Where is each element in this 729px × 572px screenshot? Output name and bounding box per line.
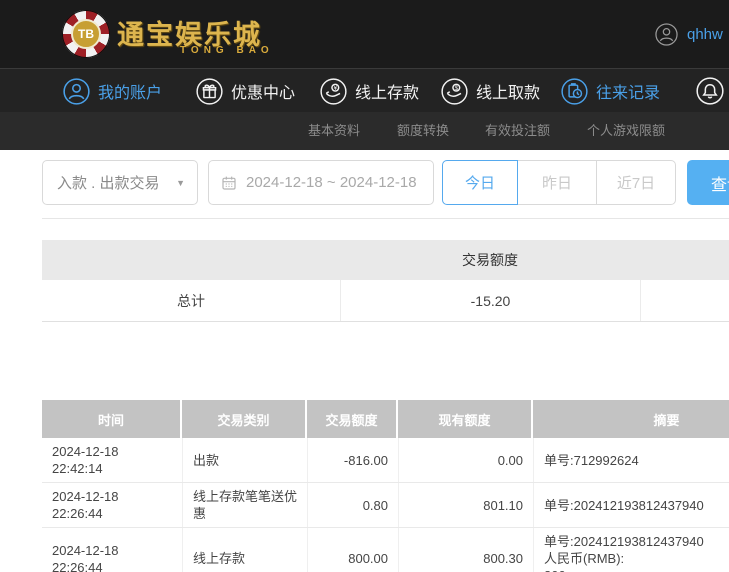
summary-amount-header: 交易额度 (462, 252, 518, 268)
main-nav: 我的账户 优惠中心 ¥ 线上存款 $ 线上取款 往来记录 (0, 68, 729, 112)
column-header-time: 时间 (42, 400, 182, 438)
gift-icon (196, 77, 223, 105)
username: qhhw (687, 26, 723, 43)
column-header-summary: 摘要 (533, 400, 729, 438)
summary-total-label: 总计 (177, 292, 205, 309)
nav-item-my-account[interactable]: 我的账户 (63, 69, 162, 113)
subnav-valid-bets[interactable]: 有效投注额 (485, 112, 550, 150)
cell-type: 线上存款 (182, 528, 307, 572)
summary-table: 交易额度 总计 -15.20 (42, 240, 729, 322)
quick-date-buttons: 今日 昨日 近7日 (442, 160, 676, 205)
date-range-picker[interactable]: 2024-12-18 ~ 2024-12-18 (208, 160, 434, 205)
nav-item-transaction-records[interactable]: 往来记录 (561, 69, 660, 113)
column-header-amount: 交易额度 (307, 400, 398, 438)
cell-amount: 800.00 (307, 528, 398, 572)
cell-summary: 单号:712992624 (533, 438, 729, 482)
summary-empty-cell (640, 280, 729, 321)
cell-type: 出款 (182, 438, 307, 482)
divider (42, 218, 729, 219)
table-row: 2024-12-18 22:42:14 出款 -816.00 0.00 单号:7… (42, 438, 729, 483)
chip-label: TB (71, 19, 101, 49)
user-icon (63, 77, 90, 105)
bell-icon (696, 77, 724, 105)
subnav-personal-game-limits[interactable]: 个人游戏限额 (587, 112, 665, 150)
withdraw-icon: $ (441, 77, 468, 105)
today-button[interactable]: 今日 (442, 160, 518, 205)
cell-balance: 801.10 (398, 483, 533, 527)
cell-time: 2024-12-18 22:26:44 (52, 542, 119, 572)
chevron-down-icon: ▼ (176, 177, 185, 188)
column-header-balance: 现有额度 (398, 400, 533, 438)
column-header-type: 交易类别 (182, 400, 307, 438)
date-range-value: 2024-12-18 ~ 2024-12-18 (246, 174, 417, 191)
site-logo-latin: TONG BAO (180, 45, 274, 56)
summary-total-row: 总计 -15.20 (42, 280, 729, 322)
cell-balance: 800.30 (398, 528, 533, 572)
summary-total-amount: -15.20 (340, 280, 640, 321)
cell-time: 2024-12-18 22:26:44 (52, 489, 119, 521)
nav-label: 往来记录 (596, 85, 661, 102)
page: TB 通宝娱乐城 TONG BAO qhhw 我的账户 优惠中心 ¥ 线上存款 … (0, 0, 729, 572)
cell-type: 线上存款笔笔送优惠 (182, 483, 307, 527)
cell-summary: 单号:202412193812437940 人民币(RMB): 800 (533, 528, 729, 572)
cell-amount: -816.00 (307, 438, 398, 482)
transactions-table-header: 时间 交易类别 交易额度 现有额度 摘要 (42, 400, 729, 438)
transaction-type-value: 入款 . 出款交易 (57, 175, 160, 192)
transaction-type-select[interactable]: 入款 . 出款交易 ▼ (42, 160, 198, 205)
nav-label: 线上取款 (476, 85, 541, 102)
user-account[interactable]: qhhw (655, 23, 723, 46)
nav-item-promotions[interactable]: 优惠中心 (196, 69, 295, 113)
account-sub-nav: 基本资料 额度转换 有效投注额 个人游戏限额 (0, 112, 729, 150)
cell-balance: 0.00 (398, 438, 533, 482)
nav-item-online-deposit[interactable]: ¥ 线上存款 (320, 69, 419, 113)
notifications-button[interactable] (696, 77, 724, 105)
nav-item-online-withdrawal[interactable]: $ 线上取款 (441, 69, 540, 113)
svg-text:$: $ (455, 84, 459, 91)
cell-amount: 0.80 (307, 483, 398, 527)
subnav-basic-info[interactable]: 基本资料 (308, 112, 360, 150)
nav-label: 线上存款 (355, 85, 420, 102)
transactions-table: 时间 交易类别 交易额度 现有额度 摘要 2024-12-18 22:42:14… (42, 400, 729, 572)
deposit-icon: ¥ (320, 77, 347, 105)
avatar-icon (655, 23, 678, 46)
casino-chip-logo-icon[interactable]: TB (62, 10, 110, 58)
table-row: 2024-12-18 22:26:44 线上存款笔笔送优惠 0.80 801.1… (42, 483, 729, 528)
yesterday-button[interactable]: 昨日 (517, 160, 597, 205)
nav-label: 优惠中心 (231, 85, 296, 102)
nav-label: 我的账户 (98, 85, 163, 102)
cell-summary: 单号:202412193812437940 (533, 483, 729, 527)
table-row: 2024-12-18 22:26:44 线上存款 800.00 800.30 单… (42, 528, 729, 572)
svg-text:¥: ¥ (334, 84, 338, 91)
records-icon (561, 77, 588, 105)
cell-time: 2024-12-18 22:42:14 (52, 444, 119, 476)
subnav-credit-transfer[interactable]: 额度转换 (397, 112, 449, 150)
search-button[interactable]: 查询 (687, 160, 729, 205)
top-header: TB 通宝娱乐城 TONG BAO qhhw (0, 0, 729, 68)
calendar-icon (221, 175, 237, 191)
last7days-button[interactable]: 近7日 (596, 160, 676, 205)
summary-table-header: 交易额度 (42, 240, 729, 280)
